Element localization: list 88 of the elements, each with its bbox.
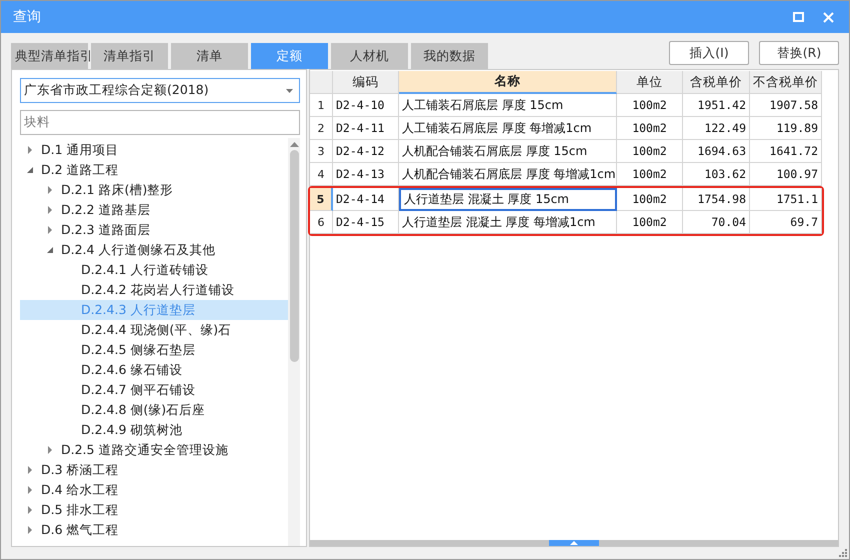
tab[interactable]: 清单指引 — [91, 43, 168, 69]
expand-icon[interactable] — [46, 206, 54, 214]
row-number: 4 — [310, 163, 333, 186]
tree-item[interactable]: D.2.2 道路基层 — [20, 200, 288, 220]
tree-item[interactable]: D.2.4.6 缘石铺设 — [20, 360, 288, 380]
row-number: 2 — [310, 117, 333, 140]
table-cell: 1751.1 — [750, 188, 822, 211]
table-cell: 人行道垫层 混凝土 厚度 15cm — [399, 188, 617, 211]
tab[interactable]: 典型清单指引 — [11, 43, 88, 69]
tree-item[interactable]: D.2.1 路床(槽)整形 — [20, 180, 288, 200]
expand-icon[interactable] — [26, 486, 34, 494]
table-cell: 100m2 — [617, 188, 683, 211]
column-header[interactable]: 不含税单价 — [750, 71, 822, 94]
table-cell: 103.62 — [683, 163, 750, 186]
table-cell: 1951.42 — [683, 94, 750, 117]
table-cell: 人机配合铺装石屑底层 厚度 15cm — [399, 140, 617, 163]
table-cell: D2-4-11 — [333, 117, 399, 140]
table-cell: 1641.72 — [750, 140, 822, 163]
collapse-icon[interactable] — [26, 166, 34, 174]
tree-item[interactable]: D.3 桥涵工程 — [20, 460, 288, 480]
table-cell: 70.04 — [683, 211, 750, 234]
expand-icon[interactable] — [26, 506, 34, 514]
collapse-icon[interactable] — [46, 246, 54, 254]
tree-item[interactable]: D.2.4.8 侧(缘)石后座 — [20, 400, 288, 420]
tree-item[interactable]: D.4 给水工程 — [20, 480, 288, 500]
search-field[interactable]: 块料 — [20, 110, 300, 135]
tree-item[interactable]: D.2.4.7 侧平石铺设 — [20, 380, 288, 400]
table-cell: 100m2 — [617, 94, 683, 117]
table-cell: 119.89 — [750, 117, 822, 140]
library-dropdown[interactable]: 广东省市政工程综合定额(2018) — [20, 78, 300, 103]
expand-icon[interactable] — [26, 466, 34, 474]
table-cell: 100m2 — [617, 211, 683, 234]
table-cell: D2-4-10 — [333, 94, 399, 117]
table-cell: 100.97 — [750, 163, 822, 186]
expand-icon[interactable] — [26, 146, 34, 154]
row-number: 5 — [310, 188, 333, 211]
tree-item[interactable]: D.2.4.1 人行道砖铺设 — [20, 260, 288, 280]
tree-item[interactable]: D.2.3 道路面层 — [20, 220, 288, 240]
resize-grip-icon[interactable] — [839, 549, 847, 557]
table-cell: 100m2 — [617, 117, 683, 140]
vertical-scrollbar[interactable] — [288, 138, 300, 546]
replace-button[interactable]: 替换(R) — [759, 41, 839, 65]
insert-button[interactable]: 插入(I) — [669, 41, 749, 65]
table-cell: D2-4-15 — [333, 211, 399, 234]
maximize-icon[interactable] — [792, 12, 804, 22]
column-header[interactable]: 含税单价 — [683, 71, 750, 94]
close-icon[interactable] — [822, 12, 834, 22]
tab[interactable]: 人材机 — [331, 43, 408, 69]
table-cell: 122.49 — [683, 117, 750, 140]
table-cell: 人行道垫层 混凝土 厚度 每增减1cm — [399, 211, 617, 234]
row-number: 6 — [310, 211, 333, 234]
tab[interactable]: 清单 — [171, 43, 248, 69]
tree-item[interactable]: D.6 燃气工程 — [20, 520, 288, 540]
table-cell: 1754.98 — [683, 188, 750, 211]
expand-icon[interactable] — [26, 526, 34, 534]
tree-item[interactable]: D.2.4.4 现浇侧(平、缘)石 — [20, 320, 288, 340]
scroll-up-icon[interactable] — [290, 142, 298, 148]
table-cell: 69.7 — [750, 211, 822, 234]
column-header[interactable]: 单位 — [617, 71, 683, 94]
tree-item[interactable]: D.1 通用项目 — [20, 140, 288, 160]
expand-icon[interactable] — [46, 226, 54, 234]
table-cell: 人机配合铺装石屑底层 厚度 每增减1cm — [399, 163, 617, 186]
table-cell: D2-4-14 — [333, 188, 399, 211]
table-cell: 人工铺装石屑底层 厚度 每增减1cm — [399, 117, 617, 140]
tree-item[interactable]: D.2.4.9 砌筑树池 — [20, 420, 288, 440]
column-header[interactable]: 编码 — [333, 71, 399, 94]
table-cell: 100m2 — [617, 140, 683, 163]
table-cell: 100m2 — [617, 163, 683, 186]
tree-item[interactable]: D.2.4.2 花岗岩人行道铺设 — [20, 280, 288, 300]
tree-item[interactable]: D.5 排水工程 — [20, 500, 288, 520]
row-number: 3 — [310, 140, 333, 163]
table-cell: 1907.58 — [750, 94, 822, 117]
table-cell: 1694.63 — [683, 140, 750, 163]
tree-item[interactable]: D.2.4.5 侧缘石垫层 — [20, 340, 288, 360]
splitter-handle[interactable] — [549, 540, 599, 546]
table-cell: D2-4-12 — [333, 140, 399, 163]
column-header[interactable]: 名称 — [399, 71, 617, 94]
expand-icon[interactable] — [46, 186, 54, 194]
row-number: 1 — [310, 94, 333, 117]
tab[interactable]: 我的数据 — [411, 43, 488, 69]
expand-icon[interactable] — [46, 446, 54, 454]
tree-item[interactable]: D.2.5 道路交通安全管理设施 — [20, 440, 288, 460]
window-title: 查询 — [13, 8, 42, 26]
table-cell: D2-4-13 — [333, 163, 399, 186]
tree-item[interactable]: D.2 道路工程 — [20, 160, 288, 180]
table-cell: 人工铺装石屑底层 厚度 15cm — [399, 94, 617, 117]
tree-item[interactable]: D.2.4 人行道侧缘石及其他 — [20, 240, 288, 260]
dropdown-caret-icon — [286, 88, 293, 92]
